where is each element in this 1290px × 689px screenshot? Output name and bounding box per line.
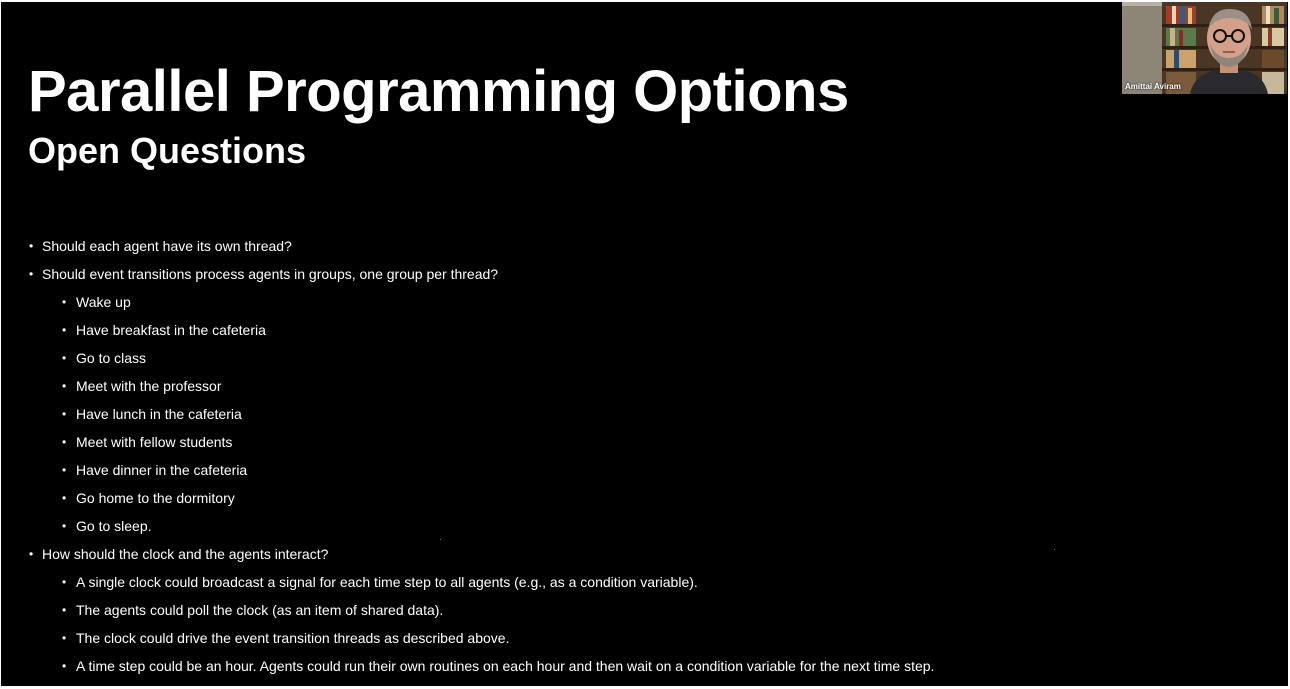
slide-title: Parallel Programming Options: [28, 59, 849, 124]
bullet-text: Go to class: [76, 350, 147, 366]
bullet-marker: •: [29, 547, 34, 561]
sub-bullet-item: • A time step could be an hour. Agents c…: [1, 652, 1121, 680]
presentation-slide: Parallel Programming Options Open Questi…: [1, 2, 1288, 686]
bullet-marker: •: [62, 407, 67, 421]
bullet-marker: •: [62, 379, 67, 393]
sub-bullet-item: • Have lunch in the cafeteria: [1, 400, 1121, 428]
bullet-text: Should each agent have its own thread?: [42, 238, 292, 254]
bullet-item: • Should each agent have its own thread?: [1, 232, 1121, 260]
bullet-text: Have breakfast in the cafeteria: [76, 322, 266, 338]
participant-video-tile[interactable]: Amittai Aviram: [1122, 2, 1287, 94]
bullet-text: Go to sleep.: [76, 518, 152, 534]
bullet-text: Wake up: [76, 294, 131, 310]
bullet-marker: •: [62, 631, 67, 645]
sub-bullet-item: • Wake up: [1, 288, 1121, 316]
sub-bullet-item: • A single clock could broadcast a signa…: [1, 568, 1121, 596]
bullet-marker: •: [62, 295, 67, 309]
bullet-text: How should the clock and the agents inte…: [42, 546, 329, 562]
bullet-marker: •: [62, 575, 67, 589]
bullet-text: A single clock could broadcast a signal …: [76, 574, 698, 590]
bullet-marker: •: [62, 435, 67, 449]
bullet-marker: •: [29, 267, 34, 281]
bullet-text: Have dinner in the cafeteria: [76, 462, 248, 478]
bullet-marker: •: [62, 519, 67, 533]
sub-bullet-item: • Have breakfast in the cafeteria: [1, 316, 1121, 344]
bullet-item: • How should the clock and the agents in…: [1, 540, 1121, 568]
screen-artifact: [440, 539, 441, 540]
sub-bullet-item: • The clock could drive the event transi…: [1, 624, 1121, 652]
participant-video-feed: [1122, 2, 1287, 94]
bullet-text: Meet with the professor: [76, 378, 222, 394]
bullet-marker: •: [29, 239, 34, 253]
bullet-marker: •: [62, 463, 67, 477]
sub-bullet-item: • Meet with the professor: [1, 372, 1121, 400]
bullet-text: Have lunch in the cafeteria: [76, 406, 242, 422]
bullet-list: • Should each agent have its own thread?…: [1, 232, 1121, 680]
sub-bullet-item: • Meet with fellow students: [1, 428, 1121, 456]
slide-subtitle: Open Questions: [28, 130, 307, 171]
bullet-text: The agents could poll the clock (as an i…: [76, 602, 444, 618]
participant-name-label: Amittai Aviram: [1125, 82, 1181, 91]
bullet-text: Should event transitions process agents …: [42, 266, 499, 282]
bullet-marker: •: [62, 603, 67, 617]
bullet-text: A time step could be an hour. Agents cou…: [76, 658, 935, 674]
sub-bullet-item: • Go to class: [1, 344, 1121, 372]
sub-bullet-item: • Go home to the dormitory: [1, 484, 1121, 512]
bullet-marker: •: [62, 659, 67, 673]
sub-bullet-item: • Go to sleep.: [1, 512, 1121, 540]
sub-bullet-item: • The agents could poll the clock (as an…: [1, 596, 1121, 624]
bullet-text: Go home to the dormitory: [76, 490, 235, 506]
screen-artifact: [1054, 549, 1055, 550]
bullet-marker: •: [62, 323, 67, 337]
bullet-item: • Should event transitions process agent…: [1, 260, 1121, 288]
sub-bullet-item: • Have dinner in the cafeteria: [1, 456, 1121, 484]
screen-share-window: Parallel Programming Options Open Questi…: [0, 0, 1290, 689]
bullet-text: Meet with fellow students: [76, 434, 233, 450]
bullet-text: The clock could drive the event transiti…: [76, 630, 510, 646]
bullet-marker: •: [62, 491, 67, 505]
bullet-marker: •: [62, 351, 67, 365]
